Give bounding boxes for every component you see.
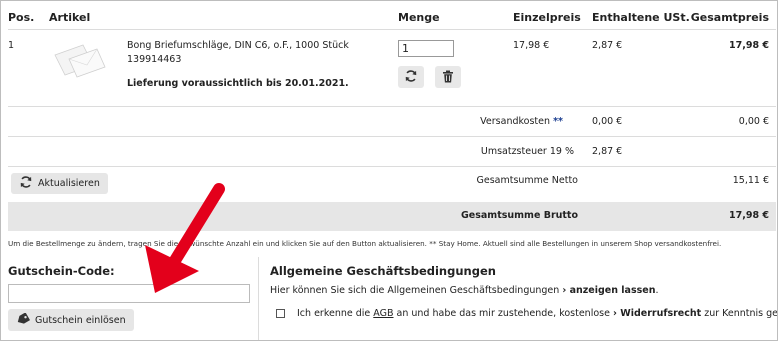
refresh-icon (404, 68, 418, 87)
delivery-date: Lieferung voraussichtlich bis 20.01.2021… (127, 78, 349, 89)
row-pos: 1 (8, 40, 15, 51)
vat-value: 2,87 € (592, 146, 623, 157)
delete-item-button[interactable] (435, 66, 461, 88)
net-total-value: 15,11 € (732, 175, 769, 186)
coupon-label: Gutschein-Code: (8, 264, 115, 278)
row-ust: 2,87 € (592, 40, 623, 51)
trash-icon (442, 68, 454, 87)
agb-show-link[interactable]: › anzeigen lassen (562, 285, 655, 296)
quantity-input[interactable] (398, 40, 454, 57)
agb-link[interactable]: AGB (373, 308, 393, 319)
agb-accept-pre: Ich erkenne die (297, 308, 371, 319)
gross-total-bar (8, 202, 776, 231)
cart-panel: Pos. Artikel Menge Einzelpreis Enthalten… (0, 0, 778, 341)
header-pos: Pos. (8, 11, 35, 24)
agb-title: Allgemeine Geschäftsbedingungen (270, 264, 496, 278)
net-total-label: Gesamtsumme Netto (476, 175, 578, 186)
agb-show-link-label: anzeigen lassen (569, 285, 656, 296)
agb-accept-mid: an und habe das mir zustehende, kostenlo… (396, 308, 610, 319)
refresh-quantity-button[interactable] (398, 66, 424, 88)
link-chevron: › (562, 285, 567, 296)
column-divider (258, 257, 259, 340)
divider (8, 136, 776, 137)
product-sku: 139914463 (127, 54, 182, 65)
agb-accept-label: Ich erkenne die AGB an und habe das mir … (297, 308, 778, 319)
refresh-icon (19, 175, 33, 192)
header-ust: Enthaltene USt. (592, 11, 690, 24)
product-name[interactable]: Bong Briefumschläge, DIN C6, o.F., 1000 … (127, 40, 349, 51)
agb-text-body: Hier können Sie sich die Allgemeinen Ges… (270, 285, 560, 296)
tag-icon (16, 311, 31, 328)
header-einzelpreis: Einzelpreis (513, 11, 581, 24)
redeem-coupon-label: Gutschein einlösen (35, 314, 126, 326)
shipping-label: Versandkosten ** (480, 116, 563, 127)
withdrawal-link[interactable]: › Widerrufsrecht (613, 308, 701, 319)
agb-text: Hier können Sie sich die Allgemeinen Ges… (270, 285, 659, 296)
divider (8, 29, 776, 30)
cart-footnote: Um die Bestellmenge zu ändern, tragen Si… (8, 239, 722, 248)
agb-text-end: . (655, 285, 659, 296)
gross-total-label: Gesamtsumme Brutto (460, 210, 578, 221)
agb-accept-post: zur Kenntnis genommen. (704, 308, 778, 319)
vat-label: Umsatzsteuer 19 % (480, 146, 574, 157)
shipping-footnote-marker: ** (553, 116, 563, 127)
divider (8, 166, 776, 167)
row-gesamtpreis: 17,98 € (729, 40, 769, 51)
agb-accept-checkbox[interactable] (276, 309, 285, 318)
shipping-total: 0,00 € (738, 116, 769, 127)
withdrawal-link-label: Widerrufsrecht (620, 308, 702, 319)
row-einzelpreis: 17,98 € (513, 40, 550, 51)
gross-total-value: 17,98 € (729, 210, 769, 221)
product-image[interactable] (49, 39, 109, 81)
link-chevron: › (612, 308, 617, 319)
shipping-label-text: Versandkosten (480, 116, 551, 127)
header-menge: Menge (398, 11, 440, 24)
shipping-ust: 0,00 € (592, 116, 623, 127)
redeem-coupon-button[interactable]: Gutschein einlösen (8, 309, 134, 331)
header-artikel: Artikel (49, 11, 91, 24)
update-cart-label: Aktualisieren (38, 178, 100, 189)
divider (8, 106, 776, 107)
coupon-input[interactable] (8, 284, 250, 303)
update-cart-button[interactable]: Aktualisieren (11, 173, 108, 194)
header-gesamtpreis: Gesamtpreis (690, 11, 769, 24)
